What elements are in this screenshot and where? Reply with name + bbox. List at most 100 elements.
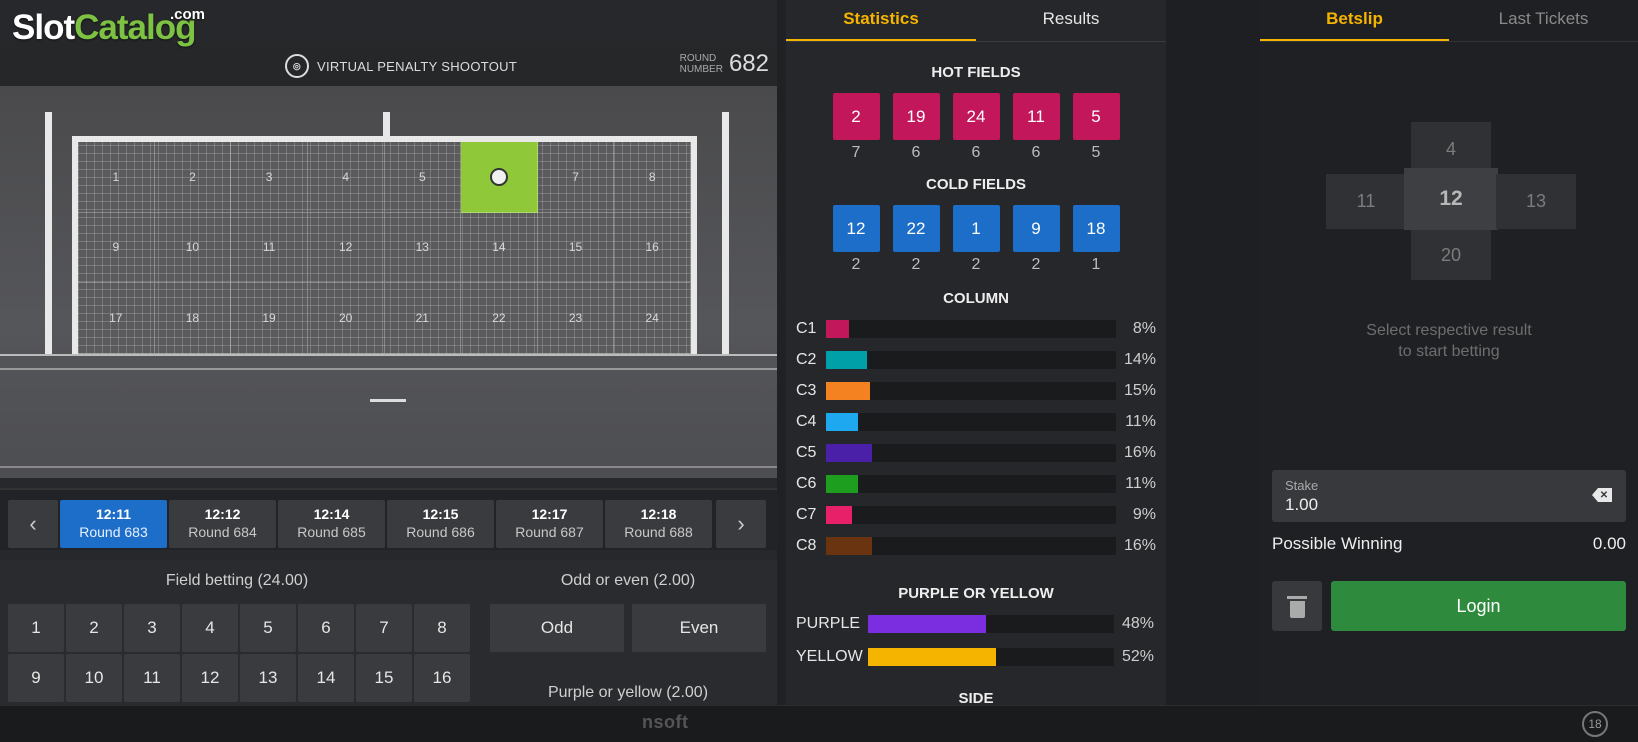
round-number-label: ROUND NUMBER	[680, 53, 723, 75]
tab-last-tickets[interactable]: Last Tickets	[1449, 0, 1638, 41]
field-bet-button[interactable]: 4	[182, 604, 238, 652]
column-track	[826, 412, 1116, 431]
tab-betslip[interactable]: Betslip	[1260, 0, 1449, 41]
hot-field-count: 5	[1091, 144, 1101, 161]
box-line	[0, 466, 777, 468]
selector-right[interactable]: 13	[1496, 174, 1576, 229]
purple-yellow-stat-title: PURPLE OR YELLOW	[898, 585, 1054, 602]
column-row: C8 16%	[786, 530, 1166, 561]
goal-zone: 20	[307, 283, 385, 354]
column-row: C6 11%	[786, 468, 1166, 499]
selector-bottom[interactable]: 20	[1411, 230, 1491, 280]
cold-field-count: 1	[1091, 256, 1101, 273]
field-bet-button[interactable]: 15	[356, 654, 412, 702]
betslip-panel: Betslip Last Tickets 4 11 12 13 20 Selec…	[1260, 0, 1638, 705]
field-bet-button[interactable]: 8	[414, 604, 470, 652]
pitch-line	[0, 368, 777, 370]
purple-row: PURPLE 48%	[786, 608, 1166, 639]
field-bet-button[interactable]: 12	[182, 654, 238, 702]
goal-zone: 9	[78, 212, 155, 284]
purple-track	[868, 614, 1114, 633]
column-track	[826, 536, 1116, 555]
hot-field-number: 5	[1072, 93, 1120, 140]
column-label: C2	[796, 350, 817, 368]
cold-fields: 12 2 22 2 1 2 9 2 18 1	[786, 205, 1166, 274]
statistics-tabs: Statistics Results	[786, 0, 1166, 42]
chevron-right-icon[interactable]: ›	[716, 500, 766, 548]
goal-zone: 10	[154, 212, 232, 284]
field-bet-button[interactable]: 6	[298, 604, 354, 652]
round-button[interactable]: 12:12 Round 684	[169, 500, 276, 548]
even-button[interactable]: Even	[632, 604, 766, 652]
hot-field-count: 6	[971, 144, 981, 161]
login-button[interactable]: Login	[1331, 581, 1626, 631]
stake-input[interactable]: Stake 1.00 ✕	[1272, 470, 1626, 522]
field-bet-button[interactable]: 9	[8, 654, 64, 702]
field-bet-button[interactable]: 16	[414, 654, 470, 702]
goal-zone: 2	[154, 142, 232, 213]
hot-field: 19 6	[892, 93, 940, 162]
purple-yellow-title: Purple or yellow (2.00)	[547, 684, 709, 701]
column-label: C3	[796, 381, 817, 399]
column-fill	[826, 505, 853, 524]
goal-zone: 15	[537, 212, 615, 284]
trash-icon[interactable]	[1272, 581, 1322, 631]
goal-zone: 13	[384, 212, 462, 284]
yellow-fill	[868, 647, 996, 666]
field-bet-button[interactable]: 5	[240, 604, 296, 652]
cold-field: 92	[1012, 205, 1060, 274]
round-button[interactable]: 12:18 Round 688	[605, 500, 712, 548]
right-post	[722, 112, 729, 354]
goal-zone: 23	[537, 283, 615, 354]
round-list: 12:11 Round 683 12:12 Round 684 12:14 Round 6…	[60, 500, 712, 548]
chevron-left-icon[interactable]: ‹	[8, 500, 58, 548]
round-button[interactable]: 12:17 Round 687	[496, 500, 603, 548]
field-bet-button[interactable]: 1	[8, 604, 64, 652]
hot-field-number: 24	[952, 93, 1000, 140]
game-title-text: VIRTUAL PENALTY SHOOTOUT	[317, 58, 518, 74]
round-time: 12:11	[95, 506, 132, 522]
goal-zone: 16	[614, 212, 691, 284]
field-bet-button[interactable]: 7	[356, 604, 412, 652]
selector-left[interactable]: 11	[1326, 174, 1406, 229]
tab-statistics[interactable]: Statistics	[786, 0, 976, 41]
goal-zone: 14	[461, 212, 538, 284]
column-pct: 9%	[1132, 505, 1156, 523]
footer: nsoft 18	[0, 705, 1638, 742]
round-button[interactable]: 12:15 Round 686	[387, 500, 494, 548]
selector-center[interactable]: 12	[1404, 168, 1498, 230]
penalty-field: 1 2 3 4 5 7 8 9 10 11 12 13 14 15 16 17 18 19 20 21 22 23 24	[0, 86, 777, 478]
round-schedule: ‹ 12:11 Round 683 12:12 Round 684 12:14 Round…	[0, 488, 777, 550]
field-bet-button[interactable]: 11	[124, 654, 180, 702]
cold-field-number: 9	[1012, 205, 1060, 252]
round-button[interactable]: 12:11 Round 683	[60, 500, 167, 548]
column-track	[826, 474, 1116, 493]
round-label: Round 684	[188, 524, 257, 540]
field-bet-button[interactable]: 10	[66, 654, 122, 702]
round-number-value: 682	[728, 50, 769, 77]
tab-results[interactable]: Results	[976, 0, 1166, 41]
round-label-line1: ROUND	[679, 53, 717, 64]
field-bet-button[interactable]: 2	[66, 604, 122, 652]
column-label: C4	[796, 412, 817, 430]
cold-fields-title: COLD FIELDS	[926, 176, 1026, 193]
column-label: C1	[796, 319, 817, 337]
left-post	[45, 112, 52, 354]
odd-button[interactable]: Odd	[490, 604, 624, 652]
column-fill	[826, 381, 870, 400]
column-fill	[826, 536, 873, 555]
stake-value[interactable]: 1.00	[1285, 495, 1613, 515]
field-bet-button[interactable]: 3	[124, 604, 180, 652]
hot-fields: 2 7 19 6 24 6 11 6 5 5	[786, 93, 1166, 162]
field-bet-button[interactable]: 13	[240, 654, 296, 702]
goal-zone: 21	[384, 283, 462, 354]
goal-zone	[461, 142, 538, 213]
round-time: 12:12	[204, 506, 241, 522]
round-time: 12:18	[640, 506, 677, 522]
slotcatalog-logo: SlotCatalog .com	[12, 6, 205, 48]
hot-field: 24 6	[952, 93, 1000, 162]
round-button[interactable]: 12:14 Round 685	[278, 500, 385, 548]
field-bet-button[interactable]: 14	[298, 654, 354, 702]
yellow-pct: 52%	[1121, 647, 1154, 665]
cold-field-number: 12	[832, 205, 880, 252]
